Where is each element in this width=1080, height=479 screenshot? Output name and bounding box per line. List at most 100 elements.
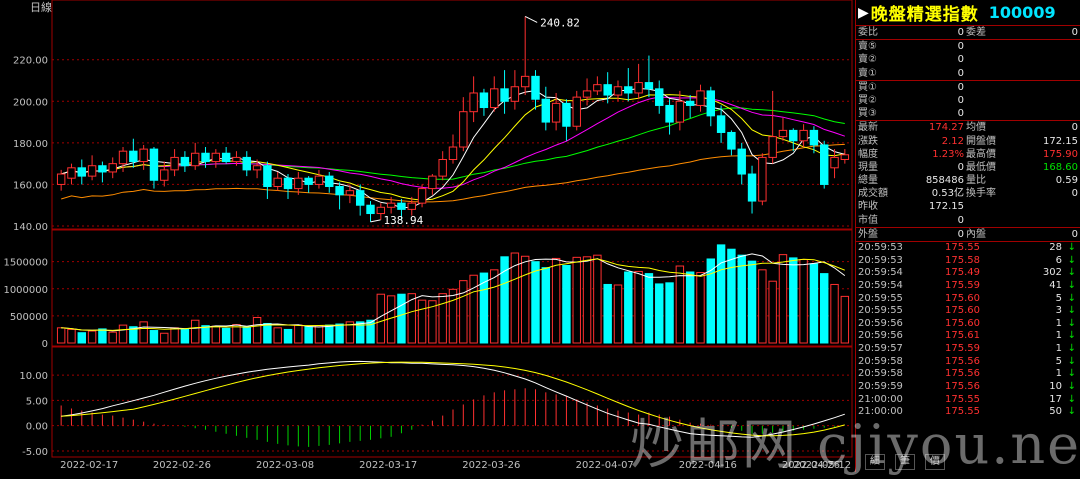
kline-chart-area[interactable]: 220.00 200.00 180.00 160.00 140.00 日線 1500000 1… bbox=[0, 0, 854, 472]
candle-body bbox=[613, 86, 623, 96]
outer-label: 外盤 bbox=[858, 228, 878, 240]
volume-bar bbox=[263, 322, 272, 344]
tab-price[interactable]: 價 bbox=[925, 454, 945, 470]
buy-label: 買① bbox=[858, 81, 877, 93]
tick-time: 20:59:54 bbox=[858, 279, 903, 291]
x-axis-date: 2022-03-08 bbox=[256, 460, 314, 471]
sell-label: 賣② bbox=[858, 54, 877, 66]
nowvol-value: 0 bbox=[957, 161, 964, 173]
candle-body bbox=[314, 175, 324, 185]
tick-volume: 1 bbox=[1055, 368, 1062, 380]
volume-bar bbox=[758, 269, 767, 344]
volume-bar bbox=[335, 323, 344, 344]
tick-volume: 6 bbox=[1055, 254, 1062, 266]
candle-body bbox=[716, 115, 726, 133]
volume-bar bbox=[459, 280, 468, 344]
quote-stats: 最新 174.27 均價 0 漲跌 2.12 開盤價 172.15 幅度 1.2… bbox=[856, 121, 1080, 228]
volume-bar bbox=[314, 325, 324, 344]
volume-bar bbox=[820, 273, 829, 344]
weicha-value: 0 bbox=[1071, 27, 1078, 38]
volume-bar bbox=[397, 293, 406, 344]
candle-body bbox=[531, 75, 540, 100]
tick-row: 21:00:00 175.55 50 ↓ bbox=[856, 406, 1080, 419]
volume-bar bbox=[613, 284, 623, 344]
turnover-label: 換手率 bbox=[966, 188, 996, 200]
tick-row: 21:00:00 175.55 17 ↓ bbox=[856, 394, 1080, 407]
tick-time: 20:59:56 bbox=[858, 330, 903, 342]
nowvol-row: 現量 0 最低價 168.60 bbox=[856, 161, 1080, 174]
latest-row: 最新 174.27 均價 0 bbox=[856, 121, 1080, 134]
candle-body bbox=[211, 152, 221, 163]
mktval-row: 市值 0 bbox=[856, 214, 1080, 227]
buy-value: 0 bbox=[957, 81, 964, 93]
volume-bar bbox=[325, 324, 334, 344]
tick-time: 20:59:58 bbox=[858, 355, 903, 367]
mktval-value: 0 bbox=[957, 214, 964, 226]
candle-body bbox=[232, 156, 241, 163]
buy-label: 買③ bbox=[858, 108, 877, 120]
totalvol-row: 總量 858486 量比 0.59 bbox=[856, 174, 1080, 187]
candle-body bbox=[118, 150, 128, 165]
down-arrow-icon: ↓ bbox=[1067, 292, 1076, 304]
low-annotation: 138.94 bbox=[384, 214, 424, 227]
candle-body bbox=[820, 144, 829, 185]
volume-bar bbox=[283, 328, 293, 344]
candle-body bbox=[510, 86, 520, 102]
tick-list[interactable]: 20:59:53 175.55 28 ↓ 20:59:53 175.58 6 ↓ 20:59:5… bbox=[856, 242, 1080, 419]
candle-body bbox=[520, 75, 530, 88]
ratio-label: 量比 bbox=[966, 175, 986, 187]
tick-price: 175.60 bbox=[945, 305, 980, 317]
volume-bar bbox=[490, 269, 499, 344]
volume-bar bbox=[655, 283, 664, 344]
volume-bar bbox=[98, 328, 107, 344]
candle-body bbox=[304, 177, 313, 185]
tick-time: 20:59:53 bbox=[858, 242, 903, 253]
candle-body bbox=[139, 148, 148, 163]
high-annotation-pointer bbox=[524, 16, 538, 23]
timeframe-label: 日線 bbox=[30, 0, 52, 14]
ratio-value: 0.59 bbox=[1055, 175, 1078, 187]
candle-body bbox=[355, 190, 365, 206]
down-arrow-icon: ↓ bbox=[1067, 343, 1076, 355]
candle-body bbox=[696, 90, 705, 106]
buy-value: 0 bbox=[957, 108, 964, 120]
volume-bar bbox=[469, 274, 478, 344]
volume-bar bbox=[190, 319, 200, 344]
tick-price: 175.56 bbox=[945, 355, 980, 367]
volume-axis-tick: 1000000 bbox=[3, 285, 48, 296]
volume-bar bbox=[603, 283, 612, 344]
tick-row: 20:59:56 175.61 1 ↓ bbox=[856, 330, 1080, 343]
change-value: 2.12 bbox=[941, 135, 964, 147]
tab-detail[interactable]: 細 bbox=[865, 454, 885, 470]
candle-body bbox=[221, 152, 231, 163]
tick-price: 175.49 bbox=[945, 267, 980, 279]
open-label: 開盤價 bbox=[966, 135, 996, 147]
price-axis-tick: 140.00 bbox=[13, 222, 48, 233]
tick-time: 20:59:54 bbox=[858, 267, 903, 279]
tick-price: 175.61 bbox=[945, 330, 980, 342]
candle-body bbox=[706, 90, 716, 117]
x-axis-date: 2022-03-26 bbox=[462, 460, 520, 471]
candle-body bbox=[386, 202, 396, 208]
tick-row: 20:59:56 175.60 1 ↓ bbox=[856, 318, 1080, 331]
volume-bar bbox=[448, 288, 458, 344]
volume-axis-tick: 500000 bbox=[10, 312, 48, 323]
totalvol-value: 858486 bbox=[925, 175, 964, 187]
pct-row: 幅度 1.23% 最高價 175.90 bbox=[856, 148, 1080, 161]
tick-price: 175.60 bbox=[945, 292, 980, 304]
volume-bar bbox=[799, 259, 808, 344]
candle-body bbox=[459, 111, 468, 148]
candle-body bbox=[634, 82, 643, 94]
tick-volume: 50 bbox=[1049, 406, 1062, 418]
open-value: 172.15 bbox=[1043, 135, 1078, 147]
candle-body bbox=[263, 165, 272, 188]
tick-time: 21:00:00 bbox=[858, 393, 903, 405]
tab-trades[interactable]: 筆 bbox=[895, 454, 915, 470]
volume-bar bbox=[634, 270, 643, 344]
volume-bar bbox=[56, 327, 66, 344]
kline-chart[interactable]: 220.00 200.00 180.00 160.00 140.00 日線 1500000 1… bbox=[0, 0, 854, 472]
candle-body bbox=[283, 177, 293, 190]
tick-price: 175.59 bbox=[945, 279, 980, 291]
down-arrow-icon: ↓ bbox=[1067, 317, 1076, 329]
down-arrow-icon: ↓ bbox=[1067, 355, 1076, 367]
